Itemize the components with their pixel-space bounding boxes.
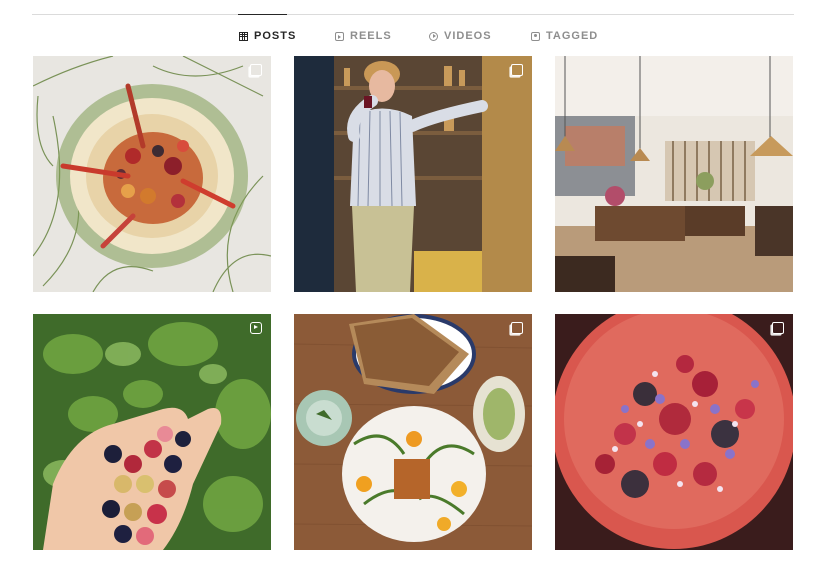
tab-posts-label: POSTS: [254, 30, 297, 42]
profile-tabs: POSTS REELS VIDEOS TAGGED: [0, 29, 830, 43]
tab-reels[interactable]: REELS: [335, 29, 392, 43]
profile-divider: [32, 14, 794, 15]
reel-icon: [250, 322, 262, 334]
multiple-images-icon: [511, 322, 523, 334]
post-image-restaurant-interior: [555, 56, 793, 292]
multiple-images-icon: [772, 322, 784, 334]
video-play-icon: [429, 31, 438, 41]
post-image-man-kitchen: [294, 56, 532, 292]
multiple-images-icon: [511, 64, 523, 76]
post-tile-bread-fish[interactable]: [294, 314, 532, 550]
tab-tagged[interactable]: TAGGED: [531, 29, 598, 43]
post-image-berry-plate: [555, 314, 793, 550]
post-tile-berries-hand[interactable]: [33, 314, 271, 550]
post-tile-berry-plate[interactable]: [555, 314, 793, 550]
tagged-user-icon: [531, 31, 540, 41]
post-tile-man-kitchen[interactable]: [294, 56, 532, 292]
post-tile-restaurant-interior[interactable]: [555, 56, 793, 292]
tab-tagged-label: TAGGED: [546, 30, 599, 42]
post-image-berries-hand: [33, 314, 271, 550]
post-image-tomato-salad: [33, 56, 271, 292]
tab-posts[interactable]: POSTS: [239, 29, 296, 43]
active-tab-indicator: [238, 14, 287, 15]
tab-videos[interactable]: VIDEOS: [429, 29, 492, 43]
multiple-images-icon: [250, 64, 262, 76]
tab-reels-label: REELS: [350, 30, 392, 42]
post-tile-tomato-salad[interactable]: [33, 56, 271, 292]
tab-videos-label: VIDEOS: [444, 30, 492, 42]
post-image-bread-fish: [294, 314, 532, 550]
grid-icon: [239, 31, 248, 41]
reels-icon: [335, 31, 344, 41]
